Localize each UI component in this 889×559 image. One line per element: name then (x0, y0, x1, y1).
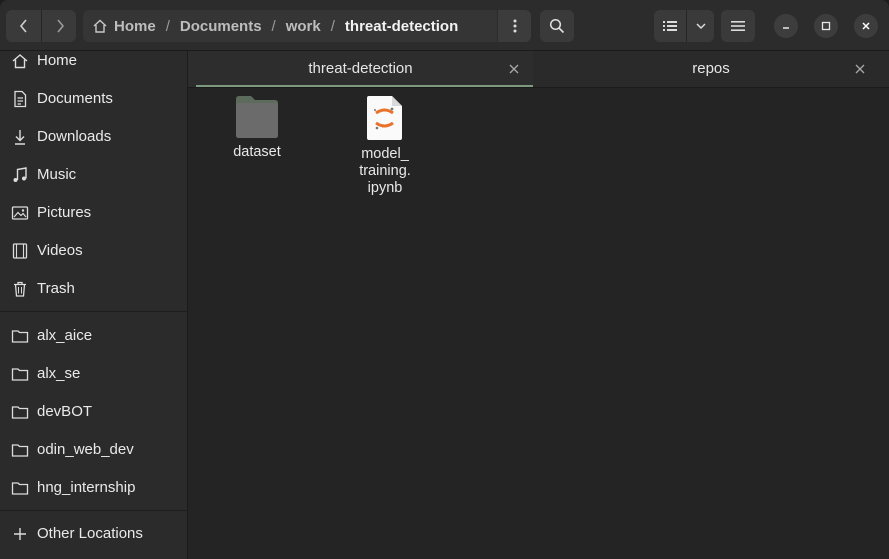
sidebar-item-label: Music (37, 165, 77, 183)
minimize-icon (783, 27, 789, 29)
sidebar-item-label: Trash (37, 279, 75, 297)
active-tab-indicator (196, 85, 533, 87)
breadcrumb-separator: / (165, 17, 170, 35)
sidebar-item-alx-aice[interactable]: alx_aice (0, 316, 187, 354)
main-content: threat-detection repos dataset model_ tr… (188, 51, 889, 559)
view-toggle (654, 10, 714, 42)
breadcrumb-current[interactable]: threat-detection (345, 10, 458, 42)
sidebar-item-label: Other Locations (37, 524, 143, 542)
document-icon (14, 90, 27, 108)
sidebar-item-label: hng_internship (37, 478, 136, 496)
tab-label: threat-detection (308, 60, 413, 77)
jupyter-notebook-icon (367, 96, 402, 140)
breadcrumb-separator: / (330, 17, 335, 35)
folder-icon (11, 444, 29, 457)
tab-close-icon[interactable] (853, 62, 867, 76)
folder-icon (11, 330, 29, 343)
file-name-line: ipynb (367, 180, 403, 196)
back-button[interactable] (6, 10, 41, 42)
sidebar-item-label: Home (37, 51, 78, 69)
music-icon (13, 167, 27, 182)
breadcrumb: Home / Documents / work / threat-detecti… (83, 10, 531, 42)
tab-close-icon[interactable] (507, 62, 521, 76)
sidebar-item-videos[interactable]: Videos (0, 231, 187, 269)
close-button[interactable] (854, 14, 878, 38)
download-icon (15, 130, 25, 145)
sidebar-item-home[interactable]: Home (0, 41, 187, 79)
sidebar-item-label: devBOT (37, 402, 93, 420)
sidebar-item-pictures[interactable]: Pictures (0, 193, 187, 231)
chevron-left-icon (19, 19, 27, 33)
folder-icon (236, 96, 278, 138)
breadcrumb-separator: / (271, 17, 276, 35)
navigation-buttons (6, 10, 76, 42)
sidebar-item-trash[interactable]: Trash (0, 269, 187, 307)
search-icon (549, 18, 565, 34)
file-item-dataset[interactable]: dataset (207, 95, 307, 161)
file-name: dataset (233, 144, 281, 160)
chevron-right-icon (56, 19, 64, 33)
trash-icon (14, 281, 26, 297)
sidebar-item-documents[interactable]: Documents (0, 79, 187, 117)
maximize-icon (821, 21, 831, 31)
maximize-button[interactable] (814, 14, 838, 38)
chevron-down-icon (695, 23, 706, 30)
sidebar-item-label: Documents (37, 89, 113, 107)
forward-button[interactable] (42, 10, 76, 42)
list-view-icon (663, 21, 677, 31)
file-name-line: training. (359, 163, 411, 179)
list-view-button[interactable] (654, 10, 686, 42)
search-button[interactable] (540, 10, 574, 42)
main-menu-button[interactable] (721, 10, 755, 42)
sidebar-divider (0, 510, 187, 511)
path-menu-button[interactable] (497, 10, 531, 42)
folder-icon (11, 368, 29, 381)
hamburger-menu-icon (731, 21, 745, 31)
picture-icon (11, 206, 29, 220)
sidebar-divider (0, 311, 187, 312)
sidebar-item-alx-se[interactable]: alx_se (0, 354, 187, 392)
sidebar-item-label: alx_aice (37, 326, 93, 344)
sidebar-item-label: Videos (37, 241, 83, 259)
video-icon (12, 243, 28, 259)
close-icon (862, 22, 870, 30)
breadcrumb-documents[interactable]: Documents (180, 10, 262, 42)
tab-label: repos (692, 60, 730, 77)
plus-icon (14, 528, 26, 540)
tab-repos[interactable]: repos (533, 51, 889, 87)
folder-icon (11, 482, 29, 495)
sidebar-item-other-locations[interactable]: Other Locations (0, 514, 187, 552)
sidebar-item-music[interactable]: Music (0, 155, 187, 193)
tab-bar: threat-detection repos (188, 51, 889, 88)
breadcrumb-home[interactable]: Home (114, 10, 156, 42)
file-item-model-training[interactable]: model_ training. ipynb (335, 95, 435, 197)
sidebar-item-devbot[interactable]: devBOT (0, 392, 187, 430)
sidebar: Home Documents Downloads Music Pictures … (0, 51, 188, 559)
sidebar-item-label: alx_se (37, 364, 81, 382)
home-icon (12, 54, 28, 69)
sidebar-item-hng-internship[interactable]: hng_internship (0, 468, 187, 506)
minimize-button[interactable] (774, 14, 798, 38)
sidebar-item-label: Downloads (37, 127, 112, 145)
sidebar-item-odin-web-dev[interactable]: odin_web_dev (0, 430, 187, 468)
tab-threat-detection[interactable]: threat-detection (188, 51, 533, 87)
folder-icon (11, 406, 29, 419)
sidebar-item-downloads[interactable]: Downloads (0, 117, 187, 155)
breadcrumb-work[interactable]: work (286, 10, 321, 42)
sidebar-item-label: odin_web_dev (37, 440, 134, 458)
home-icon (93, 19, 107, 33)
file-manager-window: Home / Documents / work / threat-detecti… (0, 0, 889, 559)
file-name-line: model_ (361, 146, 409, 162)
sidebar-item-label: Pictures (37, 203, 92, 221)
more-vertical-icon (513, 19, 517, 33)
view-options-button[interactable] (687, 10, 714, 42)
